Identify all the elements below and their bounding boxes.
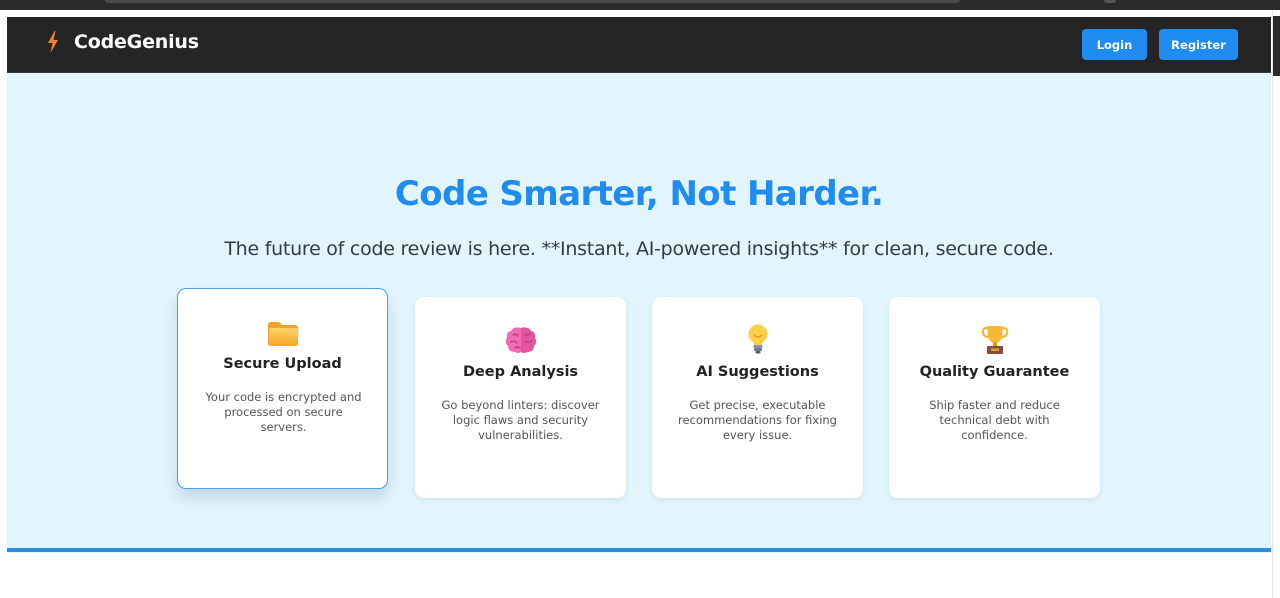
hero-subtitle: The future of code review is here. **Ins…	[224, 238, 1054, 260]
feature-description: Ship faster and reduce technical debt wi…	[929, 398, 1060, 442]
feature-description: Get precise, executable recommendations …	[677, 398, 837, 442]
browser-address-bar	[105, 0, 960, 3]
feature-title: Secure Upload	[223, 356, 342, 372]
register-button[interactable]: Register	[1159, 29, 1238, 60]
browser-control	[1104, 0, 1116, 3]
navbar: CodeGenius Login Register	[7, 17, 1271, 73]
scrollbar-thumb[interactable]	[1273, 16, 1280, 76]
feature-description: Go beyond linters: discover logic flaws …	[441, 398, 600, 442]
lightning-bolt-icon	[48, 31, 58, 53]
feature-title: AI Suggestions	[696, 364, 819, 380]
feature-title: Quality Guarantee	[919, 364, 1070, 380]
feature-card-deep-analysis[interactable]: Deep Analysis Go beyond linters: discove…	[415, 297, 626, 498]
folder-icon	[267, 322, 299, 346]
browser-tab-strip	[0, 0, 1280, 10]
brain-icon	[505, 327, 536, 353]
lightbulb-icon	[748, 324, 767, 354]
hero-title: Code Smarter, Not Harder.	[394, 174, 884, 214]
brand-name: CodeGenius	[74, 31, 199, 53]
section-divider	[7, 548, 1271, 552]
brand-logo-link[interactable]: CodeGenius	[46, 31, 199, 53]
trophy-icon	[981, 326, 1008, 354]
feature-card-ai-suggestions[interactable]: AI Suggestions Get precise, executable r…	[652, 297, 863, 498]
feature-title: Deep Analysis	[462, 364, 579, 380]
landing-page: CodeGenius Login Register Code Smarter, …	[7, 17, 1271, 553]
feature-card-quality-guarantee[interactable]: Quality Guarantee Ship faster and reduce…	[889, 297, 1100, 498]
login-button[interactable]: Login	[1082, 29, 1147, 60]
scrollbar[interactable]	[1272, 10, 1280, 598]
feature-description: Your code is encrypted and processed on …	[205, 390, 362, 434]
feature-card-secure-upload[interactable]: Secure Upload Your code is encrypted and…	[177, 288, 388, 489]
